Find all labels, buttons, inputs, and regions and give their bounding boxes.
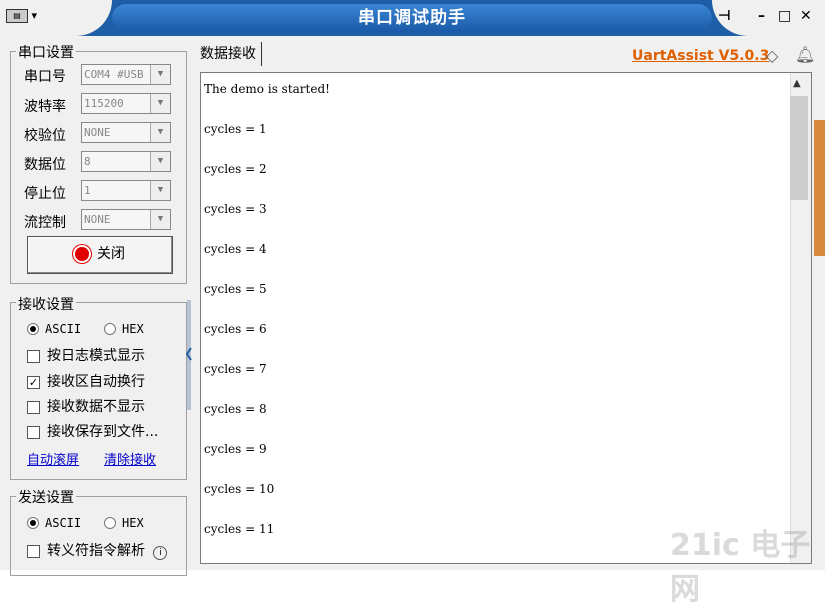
parity-select[interactable]: NONE ▼ bbox=[81, 122, 171, 143]
checkbox-unchecked-icon bbox=[27, 349, 40, 363]
diamond-icon[interactable]: ◇ bbox=[766, 46, 778, 65]
side-accent-strip bbox=[814, 120, 825, 256]
clear-receive-link[interactable]: 清除接收 bbox=[104, 449, 156, 468]
left-panel: 串口设置 串口号 COM4 #USB ▼ 波特率 115200 ▼ 校验位 NONE… bbox=[0, 36, 192, 576]
watermark: 21ic 电子网 bbox=[670, 528, 811, 607]
chevron-down-icon: ▼ bbox=[150, 210, 170, 229]
radio-unselected-icon bbox=[104, 323, 116, 335]
checkbox-unchecked-icon bbox=[27, 400, 40, 414]
stopbits-label: 停止位 bbox=[24, 186, 66, 202]
chevron-down-icon: ▼ bbox=[150, 181, 170, 200]
radio-selected-icon bbox=[27, 517, 39, 529]
checkbox-unchecked-icon bbox=[27, 544, 40, 558]
auto-wrap-checkbox[interactable]: ✓ 接收区自动换行 bbox=[27, 371, 145, 391]
close-window-button[interactable]: ✕ bbox=[800, 8, 812, 24]
save-to-file-checkbox[interactable]: 接收保存到文件... bbox=[27, 421, 158, 441]
baud-select[interactable]: 115200 ▼ bbox=[81, 93, 171, 114]
receive-settings-title: 接收设置 bbox=[16, 294, 76, 314]
checkbox-checked-icon: ✓ bbox=[27, 375, 40, 389]
send-settings-group bbox=[10, 496, 187, 576]
checkbox-unchecked-icon bbox=[27, 425, 40, 439]
open-close-port-button[interactable]: 关闭 bbox=[27, 236, 173, 274]
flowctrl-label: 流控制 bbox=[24, 215, 66, 231]
recv-hex-radio[interactable]: HEX bbox=[104, 321, 144, 337]
minimize-button[interactable]: – bbox=[758, 8, 765, 24]
system-menu[interactable]: ▤ ▾ bbox=[6, 9, 37, 23]
log-mode-checkbox[interactable]: 按日志模式显示 bbox=[27, 345, 145, 365]
port-select[interactable]: COM4 #USB ▼ bbox=[81, 64, 171, 85]
recv-ascii-radio[interactable]: ASCII bbox=[27, 321, 81, 337]
bell-icon[interactable]: 🔔︎ bbox=[795, 45, 815, 64]
flowctrl-select[interactable]: NONE ▼ bbox=[81, 209, 171, 230]
port-label: 串口号 bbox=[24, 69, 66, 85]
radio-unselected-icon bbox=[104, 517, 116, 529]
auto-scroll-link[interactable]: 自动滚屏 bbox=[27, 449, 79, 468]
escape-parse-checkbox[interactable]: 转义符指令解析 i bbox=[27, 540, 168, 560]
baud-label: 波特率 bbox=[24, 99, 66, 115]
chevron-down-icon: ▼ bbox=[150, 94, 170, 113]
tab-data-receive[interactable]: 数据接收 bbox=[200, 42, 262, 66]
chevron-down-icon: ▼ bbox=[150, 152, 170, 171]
send-hex-radio[interactable]: HEX bbox=[104, 515, 144, 531]
scroll-up-icon[interactable]: ▲ bbox=[793, 78, 801, 89]
maximize-button[interactable]: □ bbox=[778, 8, 791, 24]
send-ascii-radio[interactable]: ASCII bbox=[27, 515, 81, 531]
chevron-down-icon: ▼ bbox=[150, 65, 170, 84]
parity-label: 校验位 bbox=[24, 128, 66, 144]
stopbits-select[interactable]: 1 ▼ bbox=[81, 180, 171, 201]
pin-icon[interactable]: ⊣ bbox=[718, 8, 731, 24]
menu-dropdown-icon: ▾ bbox=[31, 9, 38, 22]
received-data: The demo is started! cycles = 1 cycles =… bbox=[204, 82, 330, 536]
chevron-down-icon: ▼ bbox=[150, 123, 170, 142]
port-status-indicator-icon bbox=[75, 247, 89, 261]
app-logo-icon: ▤ bbox=[6, 9, 28, 23]
serial-settings-title: 串口设置 bbox=[16, 42, 76, 62]
databits-select[interactable]: 8 ▼ bbox=[81, 151, 171, 172]
hide-data-checkbox[interactable]: 接收数据不显示 bbox=[27, 396, 145, 416]
send-settings-title: 发送设置 bbox=[16, 487, 76, 507]
scrollbar-thumb[interactable] bbox=[790, 96, 808, 200]
close-port-label: 关闭 bbox=[97, 246, 125, 262]
databits-label: 数据位 bbox=[24, 157, 66, 173]
radio-selected-icon bbox=[27, 323, 39, 335]
window-title: 串口调试助手 bbox=[112, 4, 712, 32]
brand-link[interactable]: UartAssist V5.0.3 bbox=[632, 48, 769, 64]
receive-textarea[interactable]: The demo is started! cycles = 1 cycles =… bbox=[200, 72, 812, 564]
info-icon[interactable]: i bbox=[153, 546, 168, 560]
